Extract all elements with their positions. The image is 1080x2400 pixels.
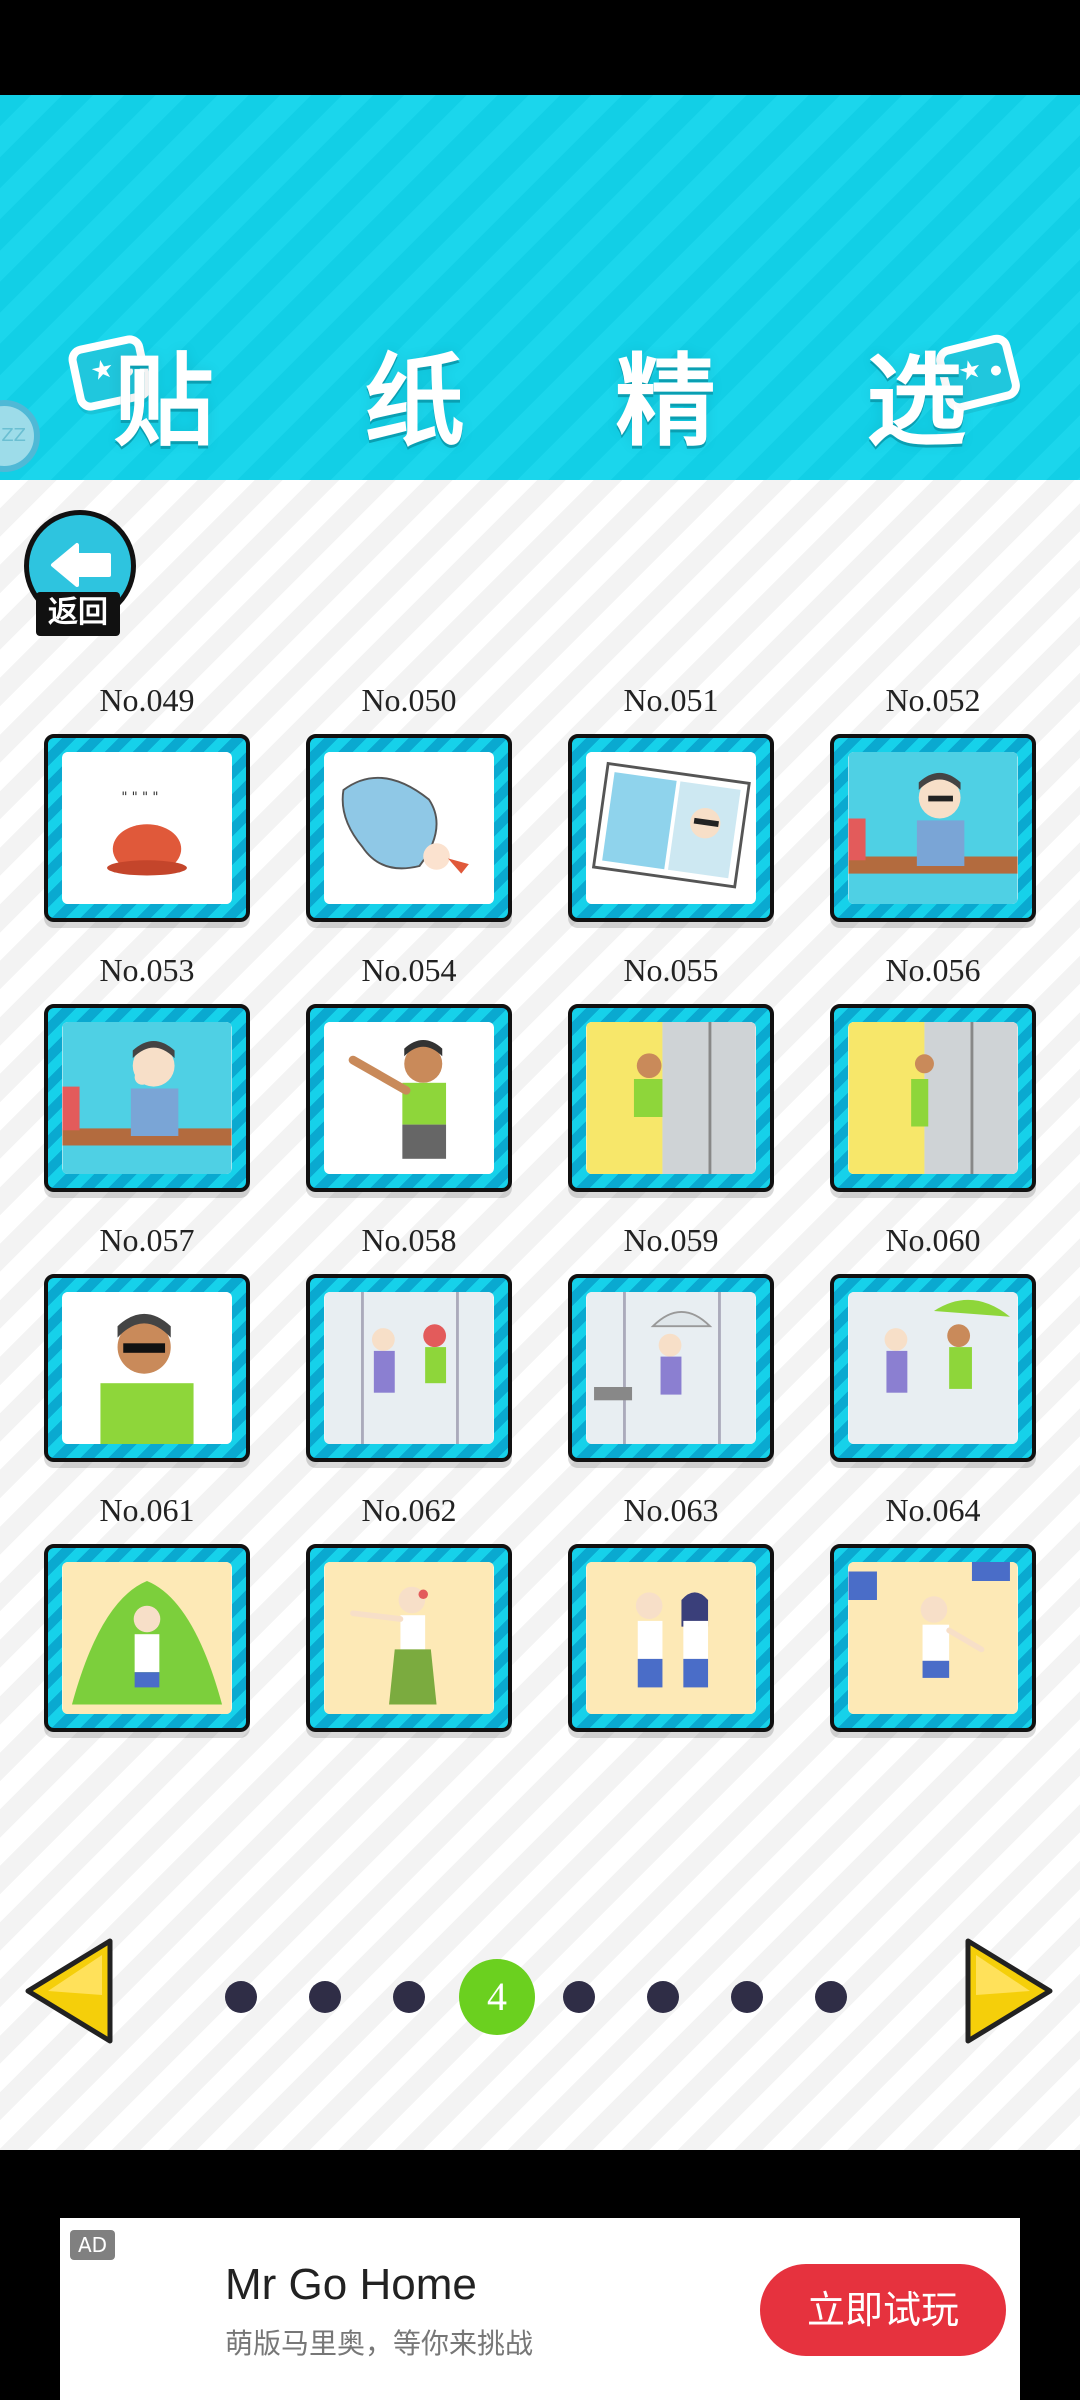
sticker-number: No.056 (885, 952, 981, 988)
boy-throw-icon (324, 1022, 494, 1174)
leaves-costume-icon (62, 1562, 232, 1714)
sticker-tile[interactable] (830, 1004, 1036, 1192)
couple-icon (586, 1562, 756, 1714)
relay-icon (848, 1562, 1018, 1714)
ad-cta-button[interactable]: 立即试玩 (760, 2264, 1006, 2356)
sticker-tile[interactable] (44, 1004, 250, 1192)
sticker-number: No.052 (885, 682, 981, 718)
page-dot-current[interactable]: 4 (459, 1959, 535, 2035)
page-dot[interactable] (225, 1981, 257, 2013)
ad-banner[interactable]: AD Mr Go Home 萌版马里奥，等你来挑战 立即试玩 (60, 2218, 1020, 2400)
sticker-cell[interactable]: No.056 (830, 950, 1036, 1192)
station-umbrella-icon (586, 1292, 756, 1444)
header-banner: ★ ★ 贴 纸 精 选 (0, 95, 1080, 480)
sticker-cell[interactable]: No.057 (44, 1220, 250, 1462)
prev-page-arrow-icon[interactable] (20, 1935, 120, 2047)
sticker-number: No.063 (623, 1492, 719, 1528)
sticker-number: No.064 (885, 1492, 981, 1528)
page-dot[interactable] (393, 1981, 425, 2013)
sticker-number: No.062 (361, 1492, 457, 1528)
page-dot[interactable] (647, 1981, 679, 2013)
page-dot[interactable] (309, 1981, 341, 2013)
sticker-tile[interactable] (568, 734, 774, 922)
page-dots: 4 (225, 1959, 865, 2035)
boy-facepalm-icon (62, 1022, 232, 1174)
sticker-tile[interactable] (44, 1544, 250, 1732)
page-title: 贴 纸 精 选 (113, 343, 1025, 460)
sticker-number: No.055 (623, 952, 719, 988)
sticker-cell[interactable]: No.051 (568, 680, 774, 922)
sticker-cell[interactable]: No.064 (830, 1490, 1036, 1732)
sticker-number: No.057 (99, 1222, 195, 1258)
hula-icon (324, 1562, 494, 1714)
door-yellow-icon (586, 1022, 756, 1174)
sticker-cell[interactable]: No.053 (44, 950, 250, 1192)
sticker-tile[interactable]: " " " " (44, 734, 250, 922)
sticker-number: No.054 (361, 952, 457, 988)
ad-subtitle: 萌版马里奥，等你来挑战 (225, 2327, 534, 2360)
sticker-cell[interactable]: No.058 (306, 1220, 512, 1462)
station-two-icon (324, 1292, 494, 1444)
sticker-number: No.061 (99, 1492, 195, 1528)
sticker-tile[interactable] (44, 1274, 250, 1462)
sticker-number: No.053 (99, 952, 195, 988)
sticker-cell[interactable]: No.063 (568, 1490, 774, 1732)
sticker-cell[interactable]: No.050 (306, 680, 512, 922)
boy-sunglasses-icon (848, 752, 1018, 904)
page-dot[interactable] (563, 1981, 595, 2013)
photo-icon (586, 752, 756, 904)
sticker-cell[interactable]: No.060 (830, 1220, 1036, 1462)
sticker-content: 返回 No.049 " " " " No.050 No.051 No.052 N… (0, 480, 1080, 2150)
sticker-tile[interactable] (306, 1544, 512, 1732)
sticker-cell[interactable]: No.054 (306, 950, 512, 1192)
sticker-cell[interactable]: No.055 (568, 950, 774, 1192)
crab-icon: " " " " (62, 752, 232, 904)
sticker-cell[interactable]: No.062 (306, 1490, 512, 1732)
back-button-label[interactable]: 返回 (36, 592, 120, 636)
sticker-number: No.050 (361, 682, 457, 718)
sticker-cell[interactable]: No.049 " " " " (44, 680, 250, 922)
next-page-arrow-icon[interactable] (958, 1935, 1058, 2047)
sticker-number: No.059 (623, 1222, 719, 1258)
page-pager: 4 (0, 1935, 1080, 2055)
ad-title[interactable]: Mr Go Home (225, 2260, 477, 2310)
station-pair-icon (848, 1292, 1018, 1444)
page-dot[interactable] (815, 1981, 847, 2013)
screen: ★ ★ 贴 纸 精 选 ZZ 返回 No.049 " " " " No.050 … (0, 0, 1080, 2400)
back-arrow-icon (51, 543, 111, 587)
svg-text:" " " ": " " " " (121, 790, 158, 805)
page-dot[interactable] (731, 1981, 763, 2013)
door-peek-icon (848, 1022, 1018, 1174)
hermit-crab-icon (324, 752, 494, 904)
sticker-number: No.058 (361, 1222, 457, 1258)
sticker-number: No.049 (99, 682, 195, 718)
boy-cool-icon (62, 1292, 232, 1444)
sticker-tile[interactable] (568, 1544, 774, 1732)
sticker-tile[interactable] (830, 734, 1036, 922)
sticker-tile[interactable] (306, 734, 512, 922)
sticker-number: No.051 (623, 682, 719, 718)
sticker-cell[interactable]: No.061 (44, 1490, 250, 1732)
sticker-cell[interactable]: No.052 (830, 680, 1036, 922)
sticker-cell[interactable]: No.059 (568, 1220, 774, 1462)
sticker-number: No.060 (885, 1222, 981, 1258)
sticker-tile[interactable] (306, 1004, 512, 1192)
sticker-tile[interactable] (830, 1544, 1036, 1732)
sticker-tile[interactable] (306, 1274, 512, 1462)
ad-tag: AD (70, 2230, 116, 2260)
sticker-tile[interactable] (830, 1274, 1036, 1462)
sticker-tile[interactable] (568, 1004, 774, 1192)
sticker-tile[interactable] (568, 1274, 774, 1462)
